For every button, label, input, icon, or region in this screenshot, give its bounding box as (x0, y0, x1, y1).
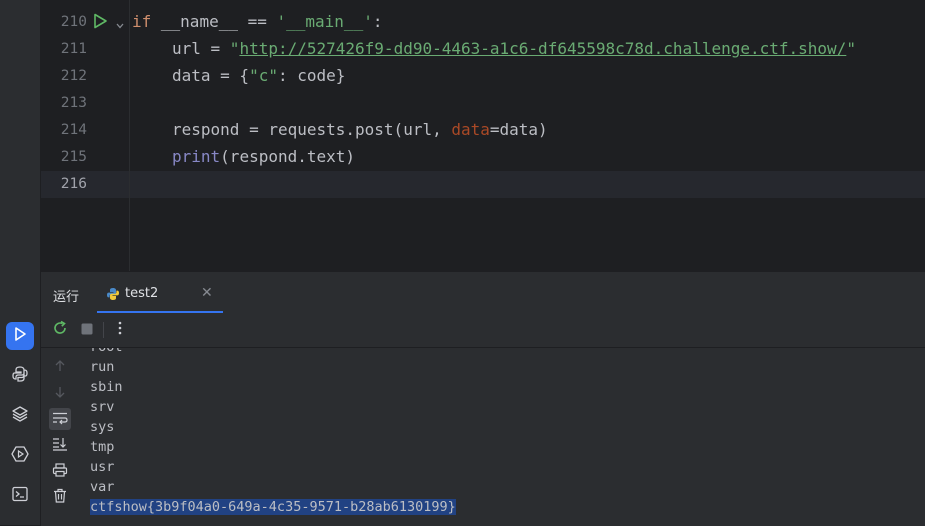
layers-tool-button[interactable] (6, 402, 34, 430)
code-line-210: if __name__ == '__main__': (132, 12, 382, 31)
console-side-toolbar (41, 348, 79, 526)
code-text: =data) (489, 120, 548, 139)
layers-icon (11, 405, 29, 427)
run-tab-label: test2 (125, 286, 159, 301)
output-line: run (90, 359, 115, 375)
scroll-down-button[interactable] (49, 382, 71, 404)
code-editor[interactable]: 210 211 212 213 214 215 216 if __name__ … (41, 0, 925, 271)
print-icon (52, 462, 68, 481)
code-line-214: respond = requests.post(url, data=data) (172, 120, 548, 139)
scroll-up-button[interactable] (49, 356, 71, 378)
output-line: sbin (90, 379, 123, 395)
punctuation: : (372, 12, 383, 31)
services-tool-button[interactable] (6, 442, 34, 470)
builtin-function: print (172, 147, 221, 166)
run-icon (11, 325, 29, 347)
url-link[interactable]: http://527426f9-dd90-4463-a1c6-df645598c… (239, 39, 846, 58)
code-text: respond = requests.post(url, (172, 120, 452, 139)
tool-window-strip (0, 0, 41, 525)
terminal-icon (11, 485, 29, 507)
assignment: url = (172, 39, 230, 58)
selected-flag-text: ctfshow{3b9f04a0-649a-4c35-9571-b28ab613… (90, 499, 456, 515)
code-text: (respond.text) (220, 147, 356, 166)
run-tool-button[interactable] (6, 322, 34, 350)
code-line-211: url = "http://527426f9-dd90-4463-a1c6-df… (172, 39, 856, 58)
gutter-separator (129, 0, 130, 271)
python-console-tool-button[interactable] (6, 362, 34, 390)
output-line: usr (90, 459, 115, 475)
rerun-icon (51, 319, 69, 341)
run-panel-header: 运行 test2 ✕ (41, 272, 925, 313)
stop-icon (80, 321, 94, 340)
fold-chevron-icon[interactable] (115, 16, 125, 35)
scroll-up-icon (53, 358, 67, 377)
output-line: root (90, 348, 123, 355)
services-icon (11, 445, 29, 467)
code-text: : code} (277, 66, 346, 85)
output-line: var (90, 479, 115, 495)
python-console-icon (11, 365, 29, 387)
string-quote: " (846, 39, 856, 58)
line-number: 211 (60, 41, 87, 57)
output-line: tmp (90, 439, 115, 455)
line-number: 213 (60, 95, 87, 111)
run-panel: 运行 test2 ✕ run sbin srv sys tmp usr var … (41, 271, 925, 526)
operator: == (237, 12, 277, 31)
console-output[interactable]: root run sbin srv sys tmp usr var ctfsho… (90, 348, 925, 526)
run-gutter-icon[interactable] (91, 12, 109, 34)
assignment: data = { (172, 66, 250, 85)
scroll-down-icon (53, 384, 67, 403)
line-number: 215 (60, 149, 87, 165)
line-number: 214 (60, 122, 87, 138)
string-literal: "c" (249, 66, 278, 85)
scroll-to-end-button[interactable] (49, 434, 71, 456)
output-line: sys (90, 419, 115, 435)
run-toolbar (41, 313, 925, 348)
toolbar-divider (103, 322, 104, 338)
line-gutter: 210 211 212 213 214 215 216 (41, 0, 129, 271)
python-file-icon (106, 286, 120, 305)
soft-wrap-icon (52, 410, 68, 429)
code-line-215: print(respond.text) (172, 147, 355, 166)
keyword: if (132, 12, 152, 31)
code-line-212: data = {"c": code} (172, 66, 345, 85)
soft-wrap-button[interactable] (49, 408, 71, 430)
stop-button[interactable] (78, 321, 96, 339)
run-panel-title: 运行 (53, 290, 80, 305)
terminal-tool-button[interactable] (6, 482, 34, 510)
run-tab-test2[interactable]: test2 ✕ (97, 272, 223, 313)
clear-all-button[interactable] (49, 486, 71, 508)
current-line-highlight (41, 171, 925, 198)
rerun-button[interactable] (51, 319, 69, 341)
flag-output-line: ctfshow{3b9f04a0-649a-4c35-9571-b28ab613… (90, 499, 456, 515)
line-number: 210 (60, 14, 87, 30)
output-line: srv (90, 399, 115, 415)
print-button[interactable] (49, 460, 71, 482)
more-vert-icon (117, 320, 123, 340)
line-number: 216 (60, 176, 87, 192)
string-quote: " (229, 39, 240, 58)
identifier: __name__ (160, 12, 238, 31)
string-literal: '__main__' (276, 12, 373, 31)
more-options-button[interactable] (111, 321, 129, 339)
line-number: 212 (60, 68, 87, 84)
scroll-to-end-icon (52, 436, 68, 455)
close-icon[interactable]: ✕ (201, 285, 213, 301)
trash-icon (53, 488, 67, 507)
keyword-argument: data (451, 120, 490, 139)
